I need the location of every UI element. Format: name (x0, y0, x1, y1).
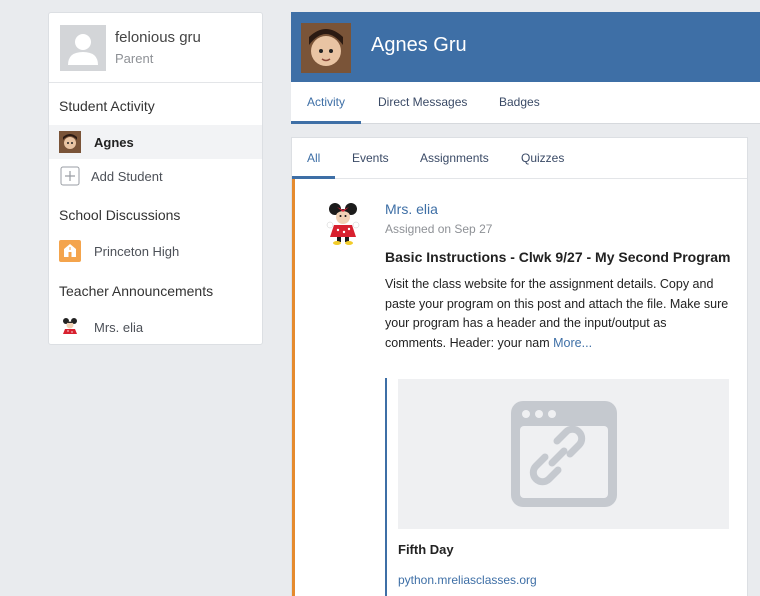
teacher-announcements-title: Teacher Announcements (59, 283, 214, 299)
more-link[interactable]: More... (553, 336, 592, 350)
profile-header[interactable]: felonious gru Parent (49, 13, 262, 83)
student-activity-title: Student Activity (59, 98, 155, 114)
sidebar-item-mrs-elia[interactable]: Mrs. elia (49, 310, 262, 344)
tab-direct-messages[interactable]: Direct Messages (378, 95, 467, 109)
teacher-avatar-icon[interactable] (325, 201, 361, 245)
sidebar-item-princeton-high[interactable]: Princeton High (49, 234, 262, 268)
post-body: Visit the class website for the assignme… (385, 275, 730, 353)
student-avatar-icon (59, 131, 81, 153)
attachment-url-link[interactable]: python.mreliasclasses.org (398, 573, 537, 587)
profile-name: felonious gru (115, 29, 201, 46)
school-building-icon (59, 240, 81, 262)
feed-filters: All Events Assignments Quizzes (292, 138, 747, 179)
attachment-thumbnail[interactable] (398, 379, 729, 529)
add-student-button[interactable]: Add Student (49, 159, 262, 193)
activity-feed: All Events Assignments Quizzes Mrs. elia… (291, 137, 748, 596)
tab-badges[interactable]: Badges (499, 95, 540, 109)
sidebar-item-label: Princeton High (94, 244, 180, 259)
filter-events[interactable]: Events (352, 151, 389, 165)
profile-role: Parent (115, 51, 154, 66)
active-tab-indicator (291, 121, 361, 124)
assignment-post: Mrs. elia Assigned on Sep 27 Basic Instr… (292, 179, 747, 596)
attachment-title[interactable]: Fifth Day (398, 542, 454, 557)
post-author-link[interactable]: Mrs. elia (385, 201, 438, 217)
student-avatar-icon (301, 23, 351, 73)
link-attachment[interactable]: Fifth Day python.mreliasclasses.org (385, 378, 730, 596)
sidebar-item-label: Agnes (94, 135, 134, 150)
filter-assignments[interactable]: Assignments (420, 151, 489, 165)
sidebar-item-label: Mrs. elia (94, 320, 144, 335)
tab-activity[interactable]: Activity (307, 95, 345, 109)
filter-all[interactable]: All (307, 151, 320, 165)
school-discussions-title: School Discussions (59, 207, 181, 223)
add-student-label: Add Student (91, 169, 163, 184)
teacher-avatar-icon (59, 316, 81, 338)
sidebar: felonious gru Parent Student Activity Ag… (48, 12, 263, 345)
filter-quizzes[interactable]: Quizzes (521, 151, 564, 165)
page-title: Agnes Gru (371, 34, 467, 56)
sidebar-item-agnes[interactable]: Agnes (49, 125, 262, 159)
post-meta: Assigned on Sep 27 (385, 222, 493, 236)
main-tabs: Activity Direct Messages Badges (291, 82, 760, 124)
student-header: Agnes Gru (291, 12, 760, 82)
user-silhouette-icon (60, 25, 106, 71)
web-link-icon (511, 401, 617, 507)
plus-box-icon (59, 165, 81, 187)
post-title: Basic Instructions - Clwk 9/27 - My Seco… (385, 249, 731, 265)
